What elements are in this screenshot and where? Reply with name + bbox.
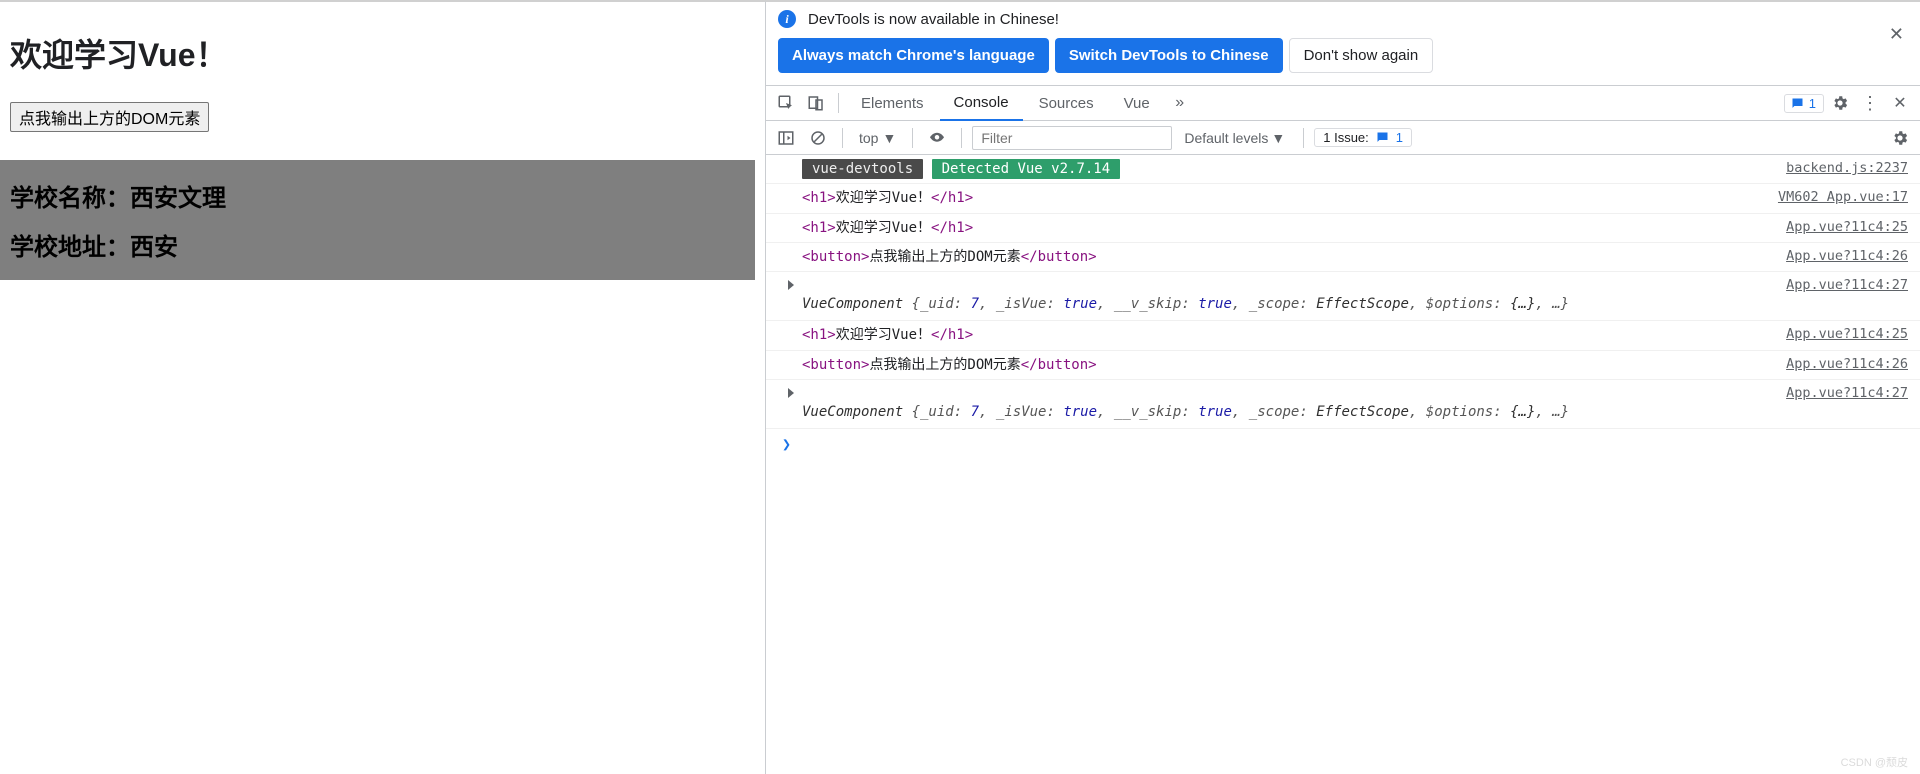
console-toolbar: top ▼ Default levels ▼ 1 Issue: 1 xyxy=(766,121,1920,155)
devtools-panel: i DevTools is now available in Chinese! … xyxy=(765,0,1920,774)
info-icon: i xyxy=(778,10,796,28)
log-h1: <h1>欢迎学习Vue！</h1> App.vue?11c4:25 xyxy=(766,214,1920,243)
source-link[interactable]: App.vue?11c4:27 xyxy=(1786,276,1908,296)
context-label: top xyxy=(859,130,878,146)
clear-console-icon[interactable] xyxy=(804,124,832,152)
page-heading: 欢迎学习Vue！ xyxy=(10,30,755,76)
source-link[interactable]: backend.js:2237 xyxy=(1786,159,1908,179)
console-prompt[interactable]: ❯ xyxy=(766,429,1920,459)
separator xyxy=(842,128,843,148)
always-match-button[interactable]: Always match Chrome's language xyxy=(778,38,1049,73)
page-viewport: 欢迎学习Vue！ 点我输出上方的DOM元素 学校名称：西安文理 学校地址：西安 xyxy=(0,0,765,774)
log-button-2: <button>点我输出上方的DOM元素</button> App.vue?11… xyxy=(766,351,1920,380)
source-link[interactable]: App.vue?11c4:27 xyxy=(1786,384,1908,404)
log-vuecomponent-2: App.vue?11c4:27 VueComponent {_uid: 7, _… xyxy=(766,380,1920,429)
switch-language-button[interactable]: Switch DevTools to Chinese xyxy=(1055,38,1283,73)
separator xyxy=(961,128,962,148)
separator xyxy=(912,128,913,148)
more-tabs-icon[interactable]: » xyxy=(1166,89,1194,117)
language-banner: i DevTools is now available in Chinese! … xyxy=(766,2,1920,85)
output-dom-button[interactable]: 点我输出上方的DOM元素 xyxy=(10,102,209,132)
feedback-count: 1 xyxy=(1809,96,1816,111)
close-devtools-icon[interactable]: ✕ xyxy=(1886,89,1914,117)
log-levels-selector[interactable]: Default levels ▼ xyxy=(1176,130,1293,146)
source-link[interactable]: App.vue?11c4:25 xyxy=(1786,325,1908,345)
device-toolbar-icon[interactable] xyxy=(802,89,830,117)
school-address: 学校地址：西安 xyxy=(10,227,745,262)
separator xyxy=(838,93,839,113)
issues-badge[interactable]: 1 Issue: 1 xyxy=(1314,128,1412,147)
log-h1-2: <h1>欢迎学习Vue！</h1> App.vue?11c4:25 xyxy=(766,321,1920,350)
log-button: <button>点我输出上方的DOM元素</button> App.vue?11… xyxy=(766,243,1920,272)
chevron-down-icon: ▼ xyxy=(1271,130,1285,146)
dont-show-button[interactable]: Don't show again xyxy=(1289,38,1434,73)
devtools-tabs: Elements Console Sources Vue » 1 ⋮ ✕ xyxy=(766,85,1920,121)
console-sidebar-icon[interactable] xyxy=(772,124,800,152)
tab-vue[interactable]: Vue xyxy=(1110,86,1164,120)
issues-label: 1 Issue: xyxy=(1323,130,1369,145)
chevron-down-icon: ▼ xyxy=(882,130,896,146)
close-icon[interactable]: ✕ xyxy=(1889,24,1904,45)
filter-input[interactable] xyxy=(972,126,1172,150)
tab-sources[interactable]: Sources xyxy=(1025,86,1108,120)
school-name: 学校名称：西安文理 xyxy=(10,178,745,213)
inspect-element-icon[interactable] xyxy=(772,89,800,117)
school-component: 学校名称：西安文理 学校地址：西安 xyxy=(0,160,755,280)
vue-version-tag: Detected Vue v2.7.14 xyxy=(932,159,1121,179)
tab-console[interactable]: Console xyxy=(940,87,1023,121)
source-link[interactable]: App.vue?11c4:25 xyxy=(1786,218,1908,238)
kebab-menu-icon[interactable]: ⋮ xyxy=(1856,89,1884,117)
source-link[interactable]: App.vue?11c4:26 xyxy=(1786,355,1908,375)
settings-icon[interactable] xyxy=(1826,89,1854,117)
vue-devtools-tag: vue-devtools xyxy=(802,159,923,179)
live-expression-icon[interactable] xyxy=(923,124,951,152)
source-link[interactable]: VM602 App.vue:17 xyxy=(1778,188,1908,208)
source-link[interactable]: App.vue?11c4:26 xyxy=(1786,247,1908,267)
banner-message: DevTools is now available in Chinese! xyxy=(808,11,1059,28)
expand-icon[interactable] xyxy=(788,388,794,398)
expand-icon[interactable] xyxy=(788,280,794,290)
tab-elements[interactable]: Elements xyxy=(847,86,938,120)
separator xyxy=(1303,128,1304,148)
log-vuecomponent: App.vue?11c4:27 VueComponent {_uid: 7, _… xyxy=(766,272,1920,321)
levels-label: Default levels xyxy=(1184,130,1268,146)
console-settings-icon[interactable] xyxy=(1886,124,1914,152)
watermark: CSDN @颓皮 xyxy=(1841,754,1908,770)
log-vue-detected: vue-devtools Detected Vue v2.7.14 backen… xyxy=(766,155,1920,184)
console-output: vue-devtools Detected Vue v2.7.14 backen… xyxy=(766,155,1920,774)
issues-count: 1 xyxy=(1396,130,1403,145)
log-h1-vm: <h1>欢迎学习Vue！</h1> VM602 App.vue:17 xyxy=(766,184,1920,213)
context-selector[interactable]: top ▼ xyxy=(853,130,902,146)
feedback-badge[interactable]: 1 xyxy=(1784,94,1824,113)
